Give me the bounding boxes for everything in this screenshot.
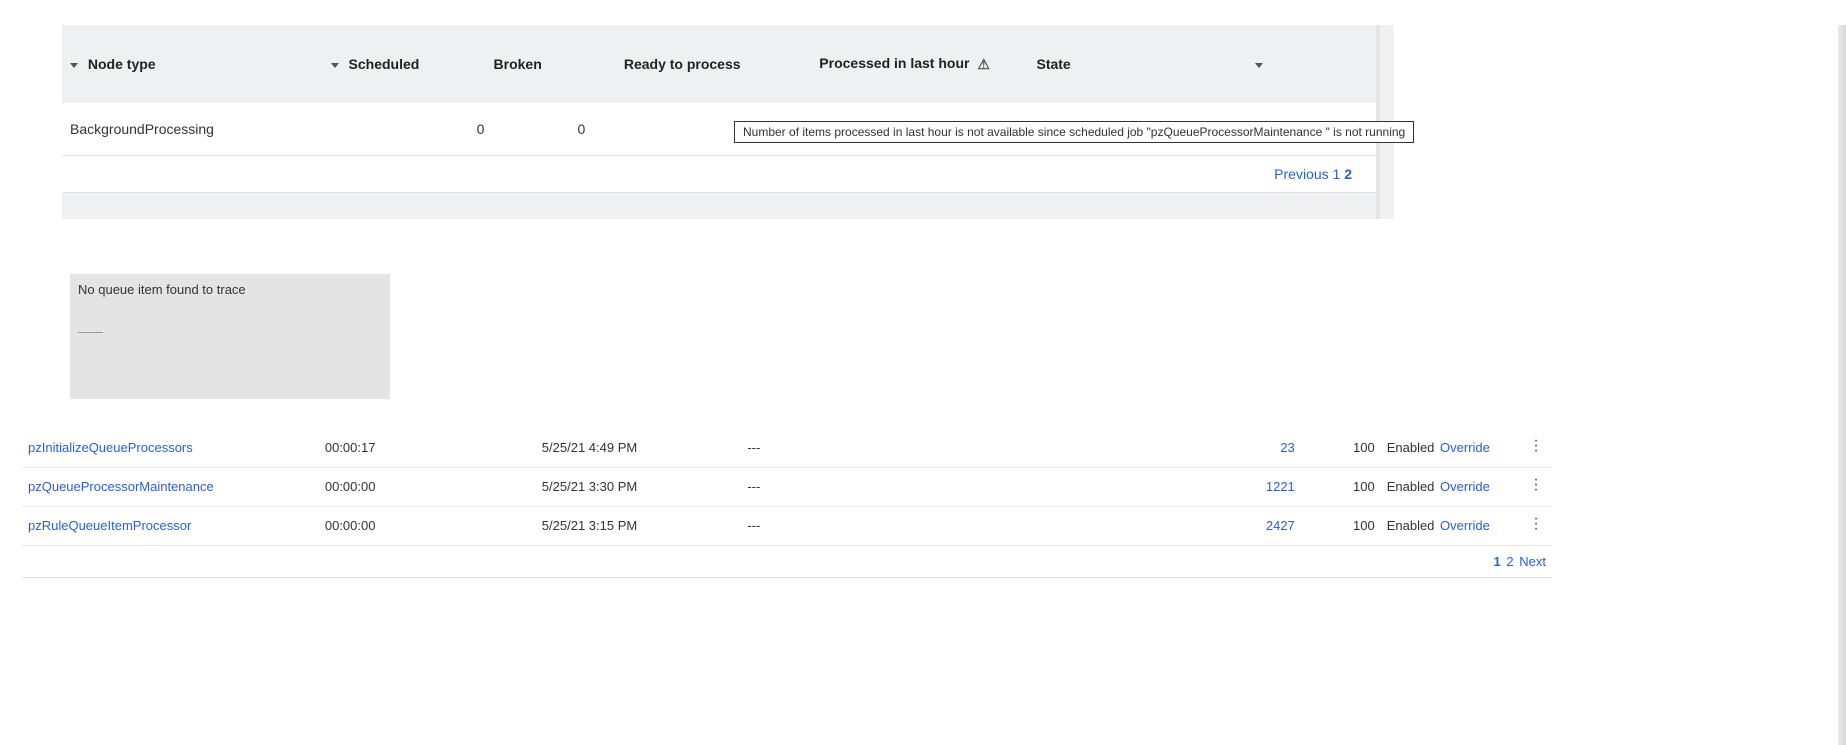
col-state-label: State: [1036, 56, 1070, 72]
divider: [78, 332, 103, 333]
cell-duration: 00:00:17: [319, 429, 536, 468]
table-footer-bar: [62, 193, 1376, 219]
chevron-down-icon: [331, 63, 339, 68]
col-scheduled[interactable]: Scheduled: [323, 25, 486, 103]
cell-duration: 00:00:00: [319, 506, 536, 545]
table-row: pzInitializeQueueProcessors 00:00:17 5/2…: [22, 429, 1552, 468]
cell-time: 5/25/21 3:30 PM: [536, 467, 742, 506]
state-text: Enabled: [1387, 440, 1435, 455]
col-nodetype[interactable]: Node type: [62, 25, 323, 103]
count-link[interactable]: 1221: [1266, 479, 1295, 494]
cell-value: 100: [1301, 467, 1381, 506]
col-broken[interactable]: Broken: [486, 25, 616, 103]
col-state[interactable]: State: [1028, 25, 1289, 103]
row-menu-button[interactable]: ···: [1526, 516, 1546, 536]
cell-dash: ---: [741, 506, 1129, 545]
count-link[interactable]: 2427: [1266, 518, 1295, 533]
job-name-link[interactable]: pzQueueProcessorMaintenance: [28, 479, 214, 494]
cell-broken: 0: [486, 103, 616, 156]
count-link[interactable]: 23: [1280, 440, 1294, 455]
col-scheduled-label: Scheduled: [349, 56, 420, 72]
cell-dash: ---: [741, 429, 1129, 468]
state-text: Enabled: [1387, 518, 1435, 533]
job-name-link[interactable]: pzRuleQueueItemProcessor: [28, 518, 191, 533]
top-pagination: Previous 1 2: [62, 156, 1376, 193]
pagination-page-1[interactable]: 1: [1494, 554, 1501, 569]
warning-icon: ⚠: [977, 56, 990, 73]
cell-value: 100: [1301, 429, 1381, 468]
cell-dash: ---: [741, 467, 1129, 506]
row-menu-button[interactable]: ···: [1526, 438, 1546, 458]
pagination-previous[interactable]: Previous: [1274, 166, 1328, 182]
state-text: Enabled: [1387, 479, 1435, 494]
col-actions: [1289, 25, 1376, 103]
table-row: pzRuleQueueItemProcessor 00:00:00 5/25/2…: [22, 506, 1552, 545]
override-link[interactable]: Override: [1440, 440, 1490, 455]
table-row: pzQueueProcessorMaintenance 00:00:00 5/2…: [22, 467, 1552, 506]
override-link[interactable]: Override: [1440, 518, 1490, 533]
pagination-page-2[interactable]: 2: [1506, 554, 1513, 569]
chevron-down-icon: [70, 63, 78, 68]
processed-tooltip: Number of items processed in last hour i…: [734, 121, 1414, 143]
pagination-page-1[interactable]: 1: [1333, 166, 1341, 182]
col-broken-label: Broken: [494, 56, 542, 72]
col-ready[interactable]: Ready to process: [616, 25, 811, 103]
bottom-pagination: 1 2 Next: [22, 546, 1552, 577]
cell-nodetype: BackgroundProcessing: [62, 103, 323, 156]
cell-time: 5/25/21 4:49 PM: [536, 429, 742, 468]
col-ready-label: Ready to process: [624, 56, 741, 72]
page-scrollbar[interactable]: [1838, 25, 1846, 745]
cell-value: 100: [1301, 506, 1381, 545]
job-name-link[interactable]: pzInitializeQueueProcessors: [28, 440, 193, 455]
pagination-page-2[interactable]: 2: [1344, 166, 1352, 182]
override-link[interactable]: Override: [1440, 479, 1490, 494]
trace-message-box: No queue item found to trace: [70, 274, 390, 399]
queue-table-section: pzInitializeQueueProcessors 00:00:17 5/2…: [22, 429, 1552, 578]
col-processed[interactable]: Processed in last hour ⚠: [811, 25, 1028, 103]
cell-time: 5/25/21 3:15 PM: [536, 506, 742, 545]
cell-scheduled: 0: [323, 103, 486, 156]
col-processed-label: Processed in last hour: [819, 55, 969, 71]
row-menu-button[interactable]: ···: [1526, 477, 1546, 497]
col-nodetype-label: Node type: [88, 56, 156, 72]
queue-table: pzInitializeQueueProcessors 00:00:17 5/2…: [22, 429, 1552, 546]
cell-duration: 00:00:00: [319, 467, 536, 506]
pagination-next[interactable]: Next: [1519, 554, 1546, 569]
trace-message-text: No queue item found to trace: [78, 282, 246, 297]
chevron-down-icon: [1255, 63, 1263, 68]
node-table-section: Node type Scheduled Broken Ready to proc…: [62, 25, 1380, 219]
